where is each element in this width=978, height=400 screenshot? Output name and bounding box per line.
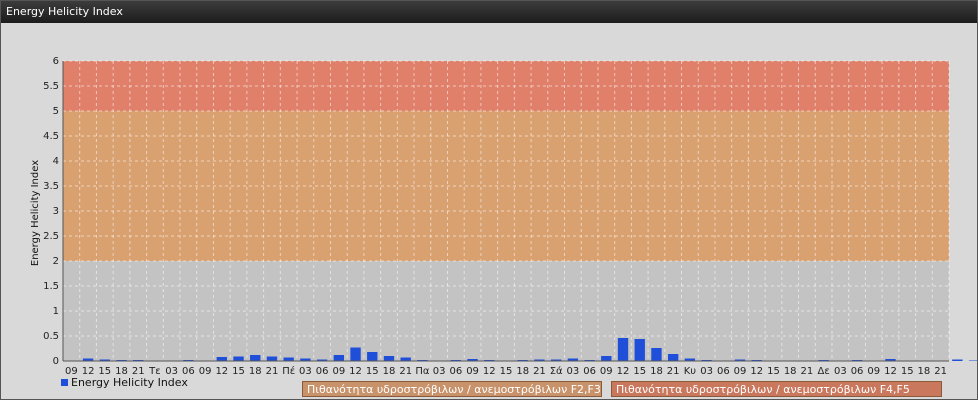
x-tick-label: 15: [366, 366, 379, 377]
y-tick-label: 1.5: [43, 281, 59, 292]
x-tick-labels: 09 12 15 18 21 Τε 03 06 09 12 15 18 21 Πέ 03 06 09 12 15 18…: [65, 365, 947, 377]
x-tick-label: 06: [851, 366, 864, 377]
band-key-f2f3: Πιθανότητα υδροστρόβιλων / ανεμοστρόβιλω…: [302, 381, 602, 397]
bar: [367, 352, 378, 361]
bar: [350, 347, 361, 361]
y-tick-label: 0.5: [43, 331, 59, 342]
x-tick-label: 15: [767, 366, 780, 377]
x-tick-label: 21: [399, 366, 412, 377]
bar: [233, 356, 244, 361]
helicity-chart: 00.511.522.533.544.555.56 09 12 15 18 21 Τε 03…: [30, 56, 977, 377]
x-tick-label: 03: [433, 366, 446, 377]
y-tick-label: 4: [53, 156, 59, 167]
band-key-f4f5: Πιθανότητα υδροστρόβιλων / ανεμοστρόβιλω…: [611, 381, 942, 397]
x-tick-label: 09: [600, 366, 613, 377]
y-tick-label: 2: [53, 256, 59, 267]
x-tick-label: Σά: [550, 365, 563, 377]
x-tick-label: 15: [500, 366, 513, 377]
x-tick-label: 12: [884, 366, 897, 377]
x-tick-label: 21: [667, 366, 680, 377]
x-tick-label: 09: [867, 366, 880, 377]
x-tick-label: 12: [617, 366, 630, 377]
bar: [400, 357, 411, 361]
x-tick-label: 21: [801, 366, 814, 377]
x-tick-label: 09: [199, 366, 212, 377]
x-tick-label: Πέ: [282, 365, 295, 377]
x-tick-label: 15: [901, 366, 914, 377]
y-tick-label: 5.5: [43, 81, 59, 92]
bar: [250, 355, 261, 361]
x-tick-label: 12: [750, 366, 763, 377]
x-tick-label: 18: [918, 366, 931, 377]
window-title: Energy Helicity Index: [1, 1, 977, 23]
x-tick-label: 06: [583, 366, 596, 377]
y-tick-label: 3: [53, 206, 59, 217]
bar: [333, 355, 345, 361]
bar: [383, 356, 395, 361]
x-tick-label: 21: [934, 366, 947, 377]
x-tick-label: 15: [633, 366, 646, 377]
x-tick-label: 03: [834, 366, 847, 377]
bar: [952, 359, 963, 361]
bar: [667, 354, 679, 361]
y-tick-label: 2.5: [43, 231, 59, 242]
x-tick-label: 21: [266, 366, 279, 377]
x-tick-label: 03: [299, 366, 312, 377]
x-tick-label: 12: [215, 366, 228, 377]
x-tick-label: 09: [332, 366, 345, 377]
bar: [634, 339, 645, 361]
y-axis-label: Energy Helicity Index: [30, 160, 41, 266]
x-tick-label: 18: [383, 366, 396, 377]
y-tick-label: 6: [53, 56, 59, 67]
x-tick-label: Δε: [817, 366, 829, 377]
y-tick-label: 0: [53, 356, 59, 367]
x-tick-label: 12: [349, 366, 362, 377]
x-tick-label: 06: [717, 366, 730, 377]
bar: [617, 338, 629, 361]
y-tick-label: 4.5: [43, 131, 59, 142]
x-tick-label: 18: [650, 366, 663, 377]
x-tick-label: Κυ: [684, 366, 697, 377]
y-tick-label: 5: [53, 106, 59, 117]
x-tick-label: Πα: [415, 366, 430, 377]
x-tick-label: 06: [316, 366, 329, 377]
x-tick-label: 03: [700, 366, 713, 377]
x-tick-label: 03: [567, 366, 580, 377]
x-tick-label: 12: [483, 366, 496, 377]
legend-swatch: [61, 379, 68, 386]
bar: [968, 360, 977, 361]
x-tick-label: 21: [533, 366, 546, 377]
bar: [651, 348, 662, 361]
y-tick-label: 3.5: [43, 181, 59, 192]
bar: [601, 356, 612, 361]
legend: Energy Helicity Index: [61, 376, 188, 389]
legend-label: Energy Helicity Index: [71, 376, 188, 389]
x-tick-label: 06: [449, 366, 462, 377]
x-tick-label: 18: [516, 366, 529, 377]
bar: [283, 357, 294, 361]
x-tick-label: 09: [734, 366, 747, 377]
x-tick-label: 18: [249, 366, 262, 377]
y-tick-label: 1: [53, 306, 59, 317]
x-tick-label: 18: [784, 366, 797, 377]
x-tick-label: 09: [466, 366, 479, 377]
bar: [266, 356, 278, 361]
bar: [216, 357, 227, 361]
x-tick-label: 15: [232, 366, 245, 377]
chart-window: Energy Helicity Index 0 0.5 1 1.5 2 2.5 3 3.5 4 4…: [0, 0, 978, 400]
y-tick-labels: 0 0.5 1 1.5 2 2.5 3 3.5 4 4.5 5 5.5 6: [43, 56, 59, 367]
